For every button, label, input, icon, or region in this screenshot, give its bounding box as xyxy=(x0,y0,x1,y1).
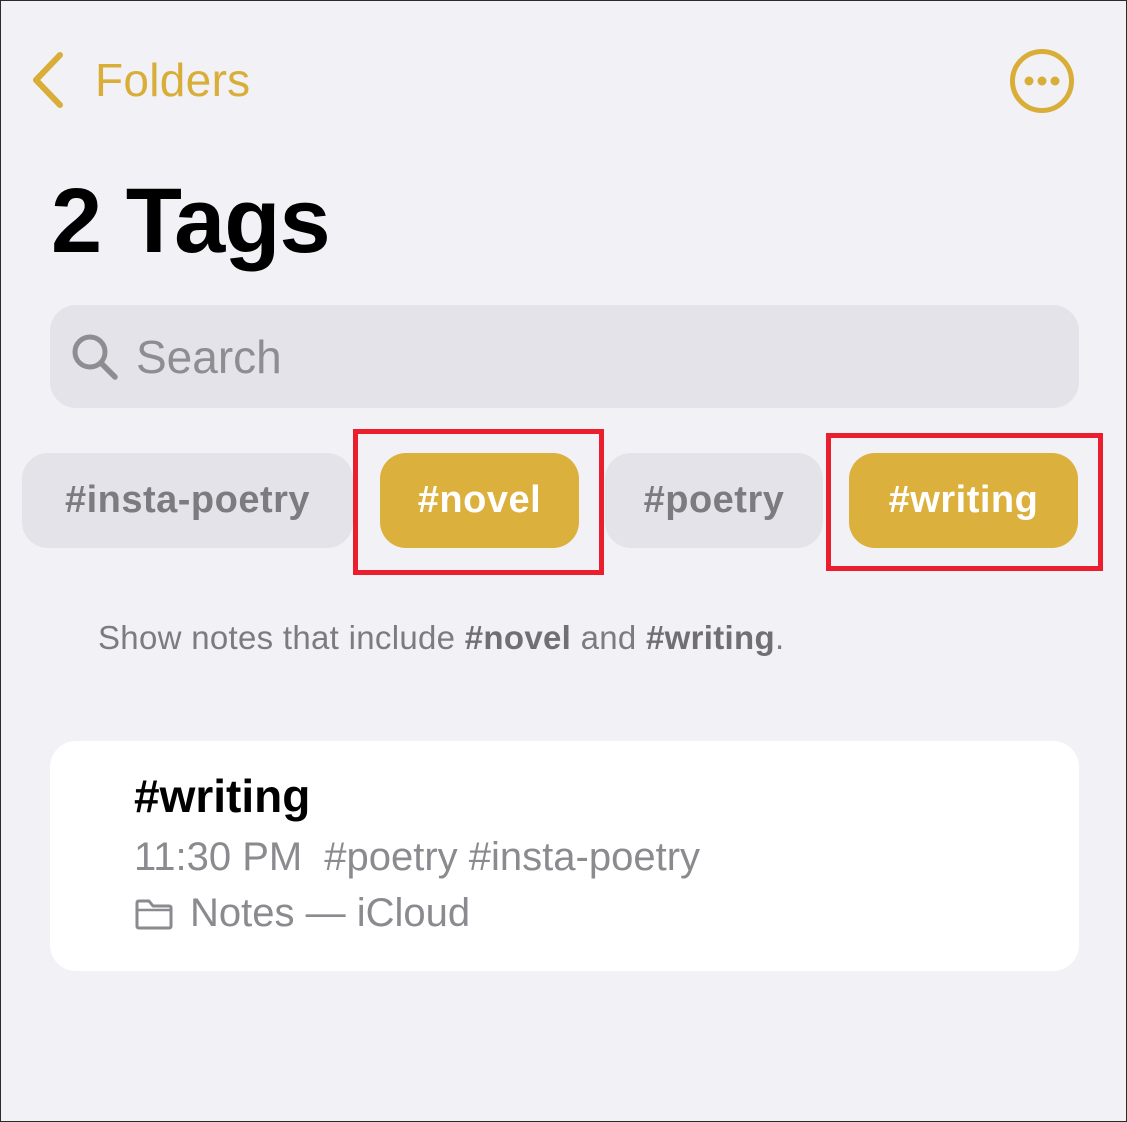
filter-caption-tag-1: #novel xyxy=(464,619,572,656)
back-label: Folders xyxy=(95,54,251,106)
note-folder-label: Notes — iCloud xyxy=(190,891,471,935)
filter-caption-tag-2: #writing xyxy=(646,619,775,656)
filter-caption-suffix: . xyxy=(774,619,785,656)
tag-chip-poetry[interactable]: #poetry xyxy=(605,453,823,548)
chevron-left-icon xyxy=(31,50,65,110)
filter-caption: Show notes that include #novel and #writ… xyxy=(98,619,784,657)
note-time: 11:30 PM xyxy=(134,835,303,879)
note-title: #writing xyxy=(134,770,311,822)
search-input[interactable] xyxy=(136,329,1036,384)
note-card[interactable]: #writing 11:30 PM #poetry #insta-poetry N… xyxy=(50,741,1079,971)
page-title: 2 Tags xyxy=(51,170,331,272)
highlight-box-writing xyxy=(826,433,1103,571)
filter-caption-connector: and xyxy=(571,619,647,656)
more-options-button[interactable] xyxy=(1009,48,1075,114)
ellipsis-circle-icon xyxy=(1010,49,1074,113)
note-tags: #poetry #insta-poetry xyxy=(324,835,701,879)
back-button[interactable]: Folders xyxy=(31,45,251,115)
note-meta: 11:30 PM #poetry #insta-poetry xyxy=(134,835,700,880)
highlight-box-novel xyxy=(353,429,604,575)
search-bar[interactable] xyxy=(50,305,1079,408)
note-folder: Notes — iCloud xyxy=(134,891,470,936)
tag-chip-insta-poetry[interactable]: #insta-poetry xyxy=(22,453,353,548)
search-icon xyxy=(70,331,122,383)
folder-icon xyxy=(134,898,174,930)
filter-caption-prefix: Show notes that include xyxy=(98,619,465,656)
